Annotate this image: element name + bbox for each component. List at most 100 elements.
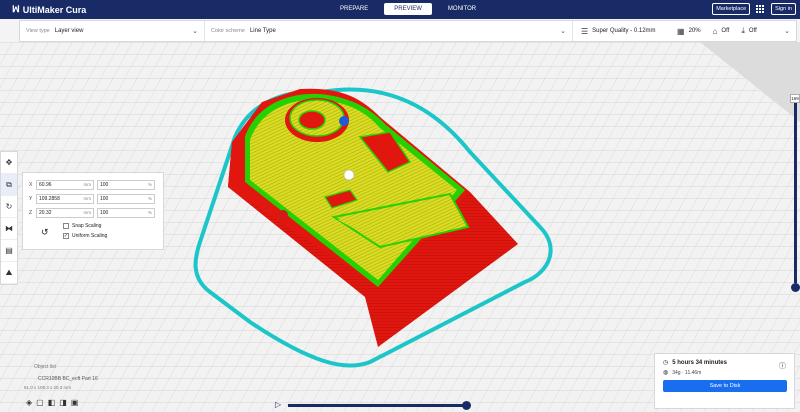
object-list-label[interactable]: Object list	[34, 364, 98, 370]
axis-x-label: X	[29, 181, 33, 188]
scale-x-pct-input[interactable]: 100 %	[97, 179, 155, 190]
scale-row-x: X 60.96 mm 100 %	[29, 178, 157, 191]
spool-icon: ◍	[663, 370, 669, 376]
chevron-down-icon: ⌄	[784, 28, 790, 35]
layer-slider-handle[interactable]	[791, 283, 800, 292]
material-estimate: ◍ 34g · 11.46m	[663, 369, 786, 377]
adhesion-icon: ⤓	[741, 26, 745, 35]
checkmark-icon: ✓	[63, 233, 69, 239]
app-logo-text: UltiMaker Cura	[22, 4, 87, 15]
view-type-dropdown[interactable]: View type Layer view ⌄	[20, 21, 205, 41]
unit-mm: mm	[83, 210, 92, 215]
scale-options: Snap Scaling ✓ Uniform Scaling	[63, 223, 107, 243]
top-view-icon[interactable]: ◧	[48, 398, 56, 407]
axis-z-label: Z	[29, 209, 33, 216]
3d-view-icon[interactable]: ◈	[26, 398, 32, 407]
time-estimate-value: 5 hours 34 minutes	[672, 359, 727, 366]
object-name: CCR10BB BC_ecft Part 16	[38, 376, 98, 382]
unit-pct: %	[147, 210, 152, 215]
view-type-value: Layer view	[54, 28, 84, 34]
tab-preview[interactable]: PREVIEW	[384, 3, 432, 15]
path-slider-track[interactable]	[288, 404, 466, 407]
left-toolbar: ✥ ⧉ ↻ ⧓ ▤ ⛰	[0, 151, 18, 285]
time-estimate: ◷ 5 hours 34 minutes	[663, 359, 786, 367]
move-tool-button[interactable]: ✥	[1, 152, 17, 174]
layer-number-box[interactable]: 169	[790, 94, 800, 103]
unit-pct: %	[147, 182, 152, 187]
support-blocker-icon: ⛰	[5, 267, 13, 277]
signin-button[interactable]: Sign in	[771, 3, 796, 15]
top-bar: ꟽ UltiMaker Cura PREPARE PREVIEW MONITOR…	[0, 0, 800, 19]
scale-y-mm-input[interactable]: 109.2858 mm	[36, 193, 94, 204]
unit-mm: mm	[83, 196, 92, 201]
material-estimate-value: 34g · 11.46m	[672, 369, 702, 376]
path-slider-handle[interactable]	[462, 401, 471, 410]
scale-panel: X 60.96 mm 100 % Y 109.2858 mm 100 % Z 2…	[22, 172, 164, 250]
stage-tabs: PREPARE PREVIEW MONITOR	[330, 3, 486, 15]
marketplace-button[interactable]: Marketplace	[712, 3, 751, 15]
mirror-tool-button[interactable]: ⧓	[1, 218, 17, 240]
layer-slider-track[interactable]	[794, 103, 797, 283]
right-view-icon[interactable]: ▣	[71, 398, 79, 407]
unit-pct: %	[147, 196, 152, 201]
uniform-scaling-checkbox[interactable]: ✓ Uniform Scaling	[63, 233, 107, 239]
per-model-settings-button[interactable]: ▤	[1, 240, 17, 262]
support-value: Off	[721, 28, 730, 34]
scale-z-pct-input[interactable]: 100 %	[97, 207, 155, 218]
move-icon: ✥	[5, 158, 13, 167]
adhesion-value: Off	[748, 28, 757, 34]
profile-selector[interactable]: ☰ Super Quality - 0.12mm	[573, 27, 671, 36]
uniform-scaling-label: Uniform Scaling	[72, 233, 108, 239]
top-right-controls: Marketplace Sign in	[712, 3, 796, 15]
scale-tool-button[interactable]: ⧉	[1, 174, 17, 196]
reset-scale-icon[interactable]: ↺	[41, 227, 49, 238]
rotate-tool-button[interactable]: ↻	[1, 196, 17, 218]
mirror-icon: ⧓	[5, 224, 13, 233]
unit-mm: mm	[83, 182, 92, 187]
scale-handle-red[interactable]	[278, 210, 288, 220]
support-setting[interactable]: ⌂ Off	[707, 27, 736, 36]
clock-icon: ◷	[663, 360, 669, 366]
color-scheme-value: Line Type	[249, 28, 276, 34]
print-settings-toggle[interactable]: ⌄	[774, 27, 796, 35]
scale-handle-blue[interactable]	[339, 116, 349, 126]
rotate-icon: ↻	[5, 202, 13, 211]
tab-prepare[interactable]: PREPARE	[330, 3, 378, 15]
profile-value: Super Quality - 0.12mm	[592, 28, 656, 34]
chevron-down-icon: ⌄	[192, 28, 198, 35]
infill-setting[interactable]: ▦ 20%	[671, 27, 707, 36]
save-to-disk-button[interactable]: Save to Disk	[663, 380, 787, 392]
scale-x-mm-input[interactable]: 60.96 mm	[36, 179, 94, 190]
snap-scaling-label: Snap Scaling	[72, 223, 102, 229]
color-scheme-dropdown[interactable]: Color scheme Line Type ⌄	[205, 21, 573, 41]
print-estimate-panel: ◷ 5 hours 34 minutes ◍ 34g · 11.46m ⓘ Sa…	[654, 353, 795, 409]
app-logo: ꟽ UltiMaker Cura	[12, 4, 86, 15]
view-header: View type Layer view ⌄ Color scheme Line…	[19, 20, 797, 42]
scale-z-mm-input[interactable]: 20.32 mm	[36, 207, 94, 218]
scale-x-pct-value: 100	[100, 181, 109, 188]
snap-scaling-checkbox[interactable]: Snap Scaling	[63, 223, 107, 229]
axis-y-label: Y	[29, 195, 33, 202]
scale-z-pct-value: 100	[100, 209, 109, 216]
support-icon: ⌂	[712, 26, 718, 36]
play-icon[interactable]: ▷	[275, 400, 281, 409]
left-view-icon[interactable]: ◨	[59, 398, 67, 407]
tab-monitor[interactable]: MONITOR	[438, 3, 486, 15]
scale-y-pct-input[interactable]: 100 %	[97, 193, 155, 204]
apps-grid-icon[interactable]	[756, 4, 765, 14]
support-blocker-button[interactable]: ⛰	[1, 262, 17, 284]
checkbox-unchecked	[63, 223, 69, 229]
scale-z-mm-value: 20.32	[39, 209, 52, 216]
object-info: Object list CCR10BB BC_ecft Part 16 61.0…	[24, 364, 98, 390]
infill-value: 20%	[688, 28, 701, 34]
scale-handle-white[interactable]	[343, 169, 355, 181]
adhesion-setting[interactable]: ⤓ Off	[735, 26, 762, 36]
scale-y-pct-value: 100	[100, 195, 109, 202]
sliders-icon: ☰	[581, 26, 589, 36]
view-type-label: View type	[26, 28, 50, 34]
info-icon[interactable]: ⓘ	[779, 361, 786, 371]
infill-icon: ▦	[677, 26, 685, 36]
color-scheme-label: Color scheme	[211, 28, 245, 34]
scale-row-y: Y 109.2858 mm 100 %	[29, 192, 157, 205]
front-view-icon[interactable]: ▢	[36, 398, 44, 407]
